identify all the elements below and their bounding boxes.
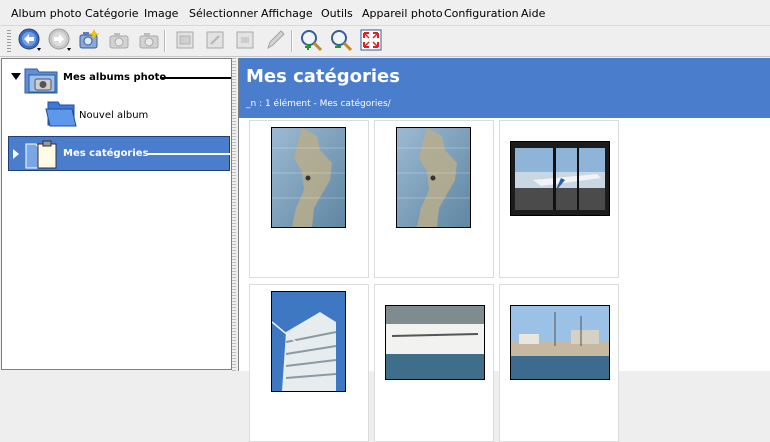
thumbnail-boat[interactable] xyxy=(385,305,485,380)
tree-item-mes-categories[interactable]: Mes catégories xyxy=(8,136,230,171)
camera-icon xyxy=(139,33,159,49)
add-photos-button[interactable] xyxy=(77,28,101,52)
menu-categorie[interactable]: Catégorie xyxy=(85,7,139,20)
toolbar-separator xyxy=(292,30,293,52)
tree-item-label: Nouvel album xyxy=(79,110,149,121)
camera-button-1[interactable] xyxy=(107,28,131,52)
tree-connector-line xyxy=(148,153,230,155)
pencil-icon xyxy=(267,30,285,50)
blue-folder-icon xyxy=(45,101,77,127)
thumbnail-airplane[interactable] xyxy=(510,141,610,216)
menu-configuration[interactable]: Configuration xyxy=(444,7,519,20)
menu-album-photo[interactable]: Album photo xyxy=(11,7,81,20)
image-comment-icon xyxy=(236,31,254,49)
breadcrumb: _n : 1 élément - Mes catégories/ xyxy=(246,99,391,109)
back-button[interactable] xyxy=(17,28,41,52)
camera-button-2[interactable] xyxy=(137,28,161,52)
fullscreen-icon xyxy=(360,29,382,51)
thumbnail-cell[interactable] xyxy=(249,284,369,442)
menubar: Album photo Catégorie Image Sélectionner… xyxy=(0,0,770,26)
tree-connector-line xyxy=(161,77,231,79)
zoom-in-button[interactable] xyxy=(299,28,323,52)
toolbar-grip[interactable] xyxy=(7,30,11,52)
image-properties-button[interactable] xyxy=(173,28,197,52)
toolbar xyxy=(0,26,770,57)
thumbnail-cell[interactable] xyxy=(374,120,494,278)
thumbnail-map[interactable] xyxy=(396,127,471,228)
content-panel: Mes catégories _n : 1 élément - Mes caté… xyxy=(238,58,770,442)
thumbnail-cell[interactable] xyxy=(249,120,369,278)
back-arrow-icon xyxy=(18,28,41,51)
menu-selectionner[interactable]: Sélectionner xyxy=(189,7,258,20)
thumbnail-cell[interactable] xyxy=(499,284,619,442)
toolbar-separator xyxy=(165,30,166,52)
tree-item-nouvel-album[interactable]: Nouvel album xyxy=(2,98,231,130)
thumbnail-cell[interactable] xyxy=(499,120,619,278)
thumbnail-building[interactable] xyxy=(271,291,346,392)
tree-item-label: Mes albums photo xyxy=(63,72,167,83)
menu-aide[interactable]: Aide xyxy=(521,7,545,20)
photo-albums-icon xyxy=(24,68,58,94)
image-comment-button[interactable] xyxy=(233,28,257,52)
categories-icon xyxy=(25,140,57,169)
image-edit-icon xyxy=(206,31,224,49)
forward-button[interactable] xyxy=(47,28,71,52)
expand-right-icon[interactable] xyxy=(13,149,19,159)
tree-item-label: Mes catégories xyxy=(63,148,149,159)
forward-arrow-icon xyxy=(48,28,71,51)
category-header: Mes catégories _n : 1 élément - Mes caté… xyxy=(239,58,770,118)
menu-affichage[interactable]: Affichage xyxy=(261,7,313,20)
page-title: Mes catégories xyxy=(246,66,400,87)
tree-item-mes-albums-photo[interactable]: Mes albums photo xyxy=(2,62,231,94)
menu-appareil-photo[interactable]: Appareil photo xyxy=(362,7,443,20)
zoom-out-icon xyxy=(331,30,353,52)
thumbnail-cell[interactable] xyxy=(374,284,494,442)
image-properties-icon xyxy=(176,31,194,49)
pencil-button[interactable] xyxy=(263,28,287,52)
menu-image[interactable]: Image xyxy=(144,7,178,20)
image-edit-button[interactable] xyxy=(203,28,227,52)
add-photos-icon xyxy=(79,29,100,49)
zoom-out-button[interactable] xyxy=(329,28,353,52)
expand-down-icon[interactable] xyxy=(11,73,21,81)
menu-outils[interactable]: Outils xyxy=(321,7,353,20)
thumbnail-harbor[interactable] xyxy=(510,305,610,380)
camera-icon xyxy=(109,33,129,49)
panel-splitter[interactable] xyxy=(232,58,236,371)
album-tree: Mes albums photo Nouvel album Mes catégo… xyxy=(1,58,232,370)
zoom-in-icon xyxy=(301,30,323,52)
fullscreen-button[interactable] xyxy=(359,28,383,52)
thumbnail-map[interactable] xyxy=(271,127,346,228)
